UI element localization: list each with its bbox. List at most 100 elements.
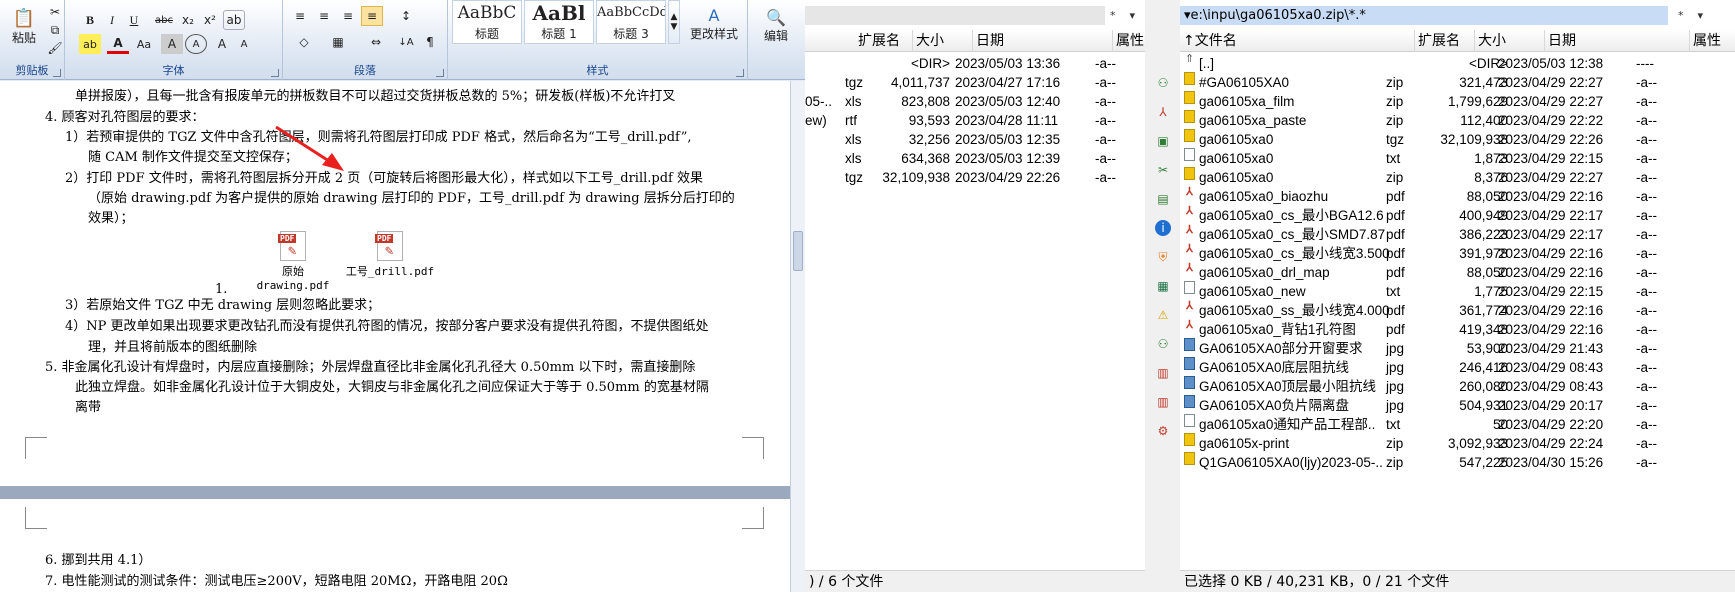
shield-icon[interactable]: ⛨ bbox=[1155, 249, 1171, 265]
styles-scroll[interactable]: ▲ ▼ bbox=[668, 0, 680, 44]
right-column-header[interactable]: ↑文件名 扩展名 大小 日期 属性 bbox=[1180, 30, 1735, 52]
col-date[interactable]: 日期 bbox=[1545, 30, 1690, 52]
cut-icon[interactable]: ✂ bbox=[44, 2, 66, 22]
justify-button[interactable]: ≡ bbox=[361, 6, 383, 26]
file-row[interactable]: ga06105xa_film zip 1,799,629 2023/04/29 22:… bbox=[1180, 91, 1735, 112]
borders-button[interactable]: ▦ bbox=[323, 32, 353, 52]
shrink-font-button[interactable]: A bbox=[233, 34, 255, 54]
col-ext[interactable]: 扩展名 bbox=[1415, 30, 1475, 52]
right-path-buttons[interactable]: *▾ bbox=[1678, 6, 1717, 25]
file-row[interactable]: ⅄ ga06105xa0_biaozhu pdf 88,050 2023/04/29 2… bbox=[1180, 186, 1735, 207]
file-row[interactable]: GA06105XA0顶层最小阻抗线 jpg 260,080 2023/04/29 08… bbox=[1180, 376, 1735, 397]
folder-icon[interactable]: ▥ bbox=[1155, 394, 1171, 410]
pdf-icon[interactable]: ⅄ bbox=[1155, 104, 1171, 120]
folder-icon[interactable]: ▥ bbox=[1155, 365, 1171, 381]
file-row[interactable]: ga06105xa0_new txt 1,775 2023/04/29 22:15 -a… bbox=[1180, 281, 1735, 302]
change-styles-button[interactable]: A 更改样式 bbox=[684, 4, 744, 44]
excel-icon[interactable]: ▦ bbox=[1155, 278, 1171, 294]
file-row[interactable]: ⅄ ga06105xa0_cs_最小BGA12.6 pdf 400,949 2023/0… bbox=[1180, 205, 1735, 226]
network-icon[interactable]: ⚇ bbox=[1155, 336, 1171, 352]
char-shading-button[interactable]: A bbox=[161, 34, 183, 54]
file-row[interactable]: ⅄ ga06105xa0_cs_最小线宽3.500 pdf 391,978 2023/0… bbox=[1180, 243, 1735, 264]
col-name[interactable]: ↑文件名 bbox=[1180, 30, 1415, 52]
enclose-char-button[interactable]: A bbox=[185, 34, 207, 54]
attachment-drill[interactable]: 工号_drill.pdf bbox=[345, 231, 435, 279]
file-row[interactable]: ga06105xa_paste zip 112,400 2023/04/29 22:2… bbox=[1180, 110, 1735, 131]
format-painter-icon[interactable]: 🖌 bbox=[44, 38, 66, 58]
clipboard-dialog-launcher[interactable] bbox=[53, 69, 61, 77]
highlight-button[interactable]: ab bbox=[79, 34, 101, 54]
align-left-button[interactable]: ≡ bbox=[289, 6, 311, 26]
col-ext[interactable]: 扩展名 bbox=[855, 30, 913, 52]
text-effects-button[interactable]: ab bbox=[223, 10, 245, 30]
file-row[interactable]: xls 32,256 2023/05/03 12:35 -a-- bbox=[805, 129, 1145, 150]
document-page[interactable]: 6. 挪到共用 4.1） 7. 电性能测试的测试条件：测试电压≥200V，短路电… bbox=[0, 499, 790, 592]
font-dialog-launcher[interactable] bbox=[271, 69, 279, 77]
document-page[interactable]: 单拼报废），且每一批含有报废单元的拼板数目不可以超过交货拼板总数的 5%；研发板… bbox=[0, 81, 790, 486]
subscript-button[interactable]: x₂ bbox=[177, 10, 199, 30]
left-path-buttons[interactable]: *▾ bbox=[1110, 6, 1149, 25]
strikethrough-button[interactable]: abc bbox=[153, 10, 175, 30]
file-row[interactable]: ⅄ ga06105xa0_drl_map pdf 88,050 2023/04/29 2… bbox=[1180, 262, 1735, 283]
show-marks-button[interactable]: ¶ bbox=[419, 32, 441, 52]
shading-button[interactable]: ◇ bbox=[289, 32, 319, 52]
col-size[interactable]: 大小 bbox=[1475, 30, 1545, 52]
superscript-button[interactable]: x² bbox=[199, 10, 221, 30]
file-row[interactable]: tgz 32,109,938 2023/04/29 22:26 -a-- bbox=[805, 167, 1145, 188]
style-heading-3[interactable]: AaBbCcDd 标题 3 bbox=[596, 0, 666, 44]
file-row[interactable]: xls 634,368 2023/05/03 12:39 -a-- bbox=[805, 148, 1145, 169]
file-row[interactable]: GA06105XA0负片隔离盘 jpg 504,931 2023/04/29 20:1… bbox=[1180, 395, 1735, 416]
file-row[interactable]: ⇑ [..] <DIR> 2023/05/03 12:38 ---- bbox=[1180, 53, 1735, 74]
styles-dialog-launcher[interactable] bbox=[736, 69, 744, 77]
col-attr[interactable]: 属性 bbox=[1690, 30, 1735, 52]
paragraph-dialog-launcher[interactable] bbox=[436, 69, 444, 77]
file-row[interactable]: ga06105xa0 zip 8,376 2023/04/29 22:27 -a-- bbox=[1180, 167, 1735, 188]
italic-button[interactable]: I bbox=[101, 10, 123, 30]
tool-icon[interactable]: ✂ bbox=[1155, 162, 1171, 178]
file-row[interactable]: ga06105xa0通知产品工程部.. txt 50 2023/04/29 22:20… bbox=[1180, 414, 1735, 435]
vertical-scrollbar[interactable] bbox=[790, 81, 805, 592]
file-row[interactable]: #GA06105XA0 zip 321,473 2023/04/29 22:27 -a-… bbox=[1180, 72, 1735, 93]
text-direction-button[interactable]: ⇔ bbox=[361, 32, 391, 52]
align-center-button[interactable]: ≡ bbox=[313, 6, 335, 26]
file-row[interactable]: tgz 4,011,737 2023/04/27 17:16 -a-- bbox=[805, 72, 1145, 93]
style-title[interactable]: AaBbC 标题 bbox=[452, 0, 522, 44]
info-icon[interactable]: i bbox=[1155, 220, 1171, 236]
file-row[interactable]: <DIR> 2023/05/03 13:36 -a-- bbox=[805, 53, 1145, 74]
image-icon[interactable]: ▣ bbox=[1155, 133, 1171, 149]
right-path-bar[interactable]: ▾e:\inpu\ga06105xa0.zip\*.* bbox=[1180, 6, 1668, 25]
file-row[interactable]: ⅄ ga06105xa0_cs_最小SMD7.87 pdf 386,223 2023/0… bbox=[1180, 224, 1735, 245]
file-row[interactable]: ga06105xa0 tgz 32,109,938 2023/04/29 22:26 -… bbox=[1180, 129, 1735, 150]
file-row[interactable]: ⅄ ga06105xa0_ss_最小线宽4.000 pdf 361,774 2023/0… bbox=[1180, 300, 1735, 321]
file-row[interactable]: 05-.. xls 823,808 2023/05/03 12:40 -a-- bbox=[805, 91, 1145, 112]
left-file-panel[interactable]: *▾ 扩展名 大小 日期 属性 <DIR> 2023/05/03 13:36 -a-… bbox=[805, 0, 1145, 592]
file-row[interactable]: ga06105x-print zip 3,092,933 2023/04/29 22:… bbox=[1180, 433, 1735, 454]
sort-button[interactable]: ↓A bbox=[395, 32, 417, 52]
col-attr[interactable]: 属性 bbox=[1113, 30, 1145, 52]
align-right-button[interactable]: ≡ bbox=[337, 6, 359, 26]
photo-icon[interactable]: ▤ bbox=[1155, 191, 1171, 207]
col-size[interactable]: 大小 bbox=[913, 30, 973, 52]
edit-button[interactable]: 🔍 编辑 bbox=[754, 4, 798, 48]
paste-button[interactable]: 📋 粘贴 bbox=[6, 4, 42, 50]
file-row[interactable]: ga06105xa0 txt 1,873 2023/04/29 22:15 -a-- bbox=[1180, 148, 1735, 169]
underline-button[interactable]: U bbox=[123, 10, 145, 30]
file-row[interactable]: Q1GA06105XA0(ljy)2023-05-.. zip 547,225 202… bbox=[1180, 452, 1735, 473]
change-case-button[interactable]: Aa bbox=[133, 34, 155, 54]
col-date[interactable]: 日期 bbox=[973, 30, 1113, 52]
file-row[interactable]: ew) rtf 93,593 2023/04/28 11:11 -a-- bbox=[805, 110, 1145, 131]
file-row[interactable]: ⅄ ga06105xa0_背钻1孔符图 pdf 419,348 2023/04/29 2… bbox=[1180, 319, 1735, 340]
grow-font-button[interactable]: A bbox=[211, 34, 233, 54]
scroll-thumb[interactable] bbox=[793, 231, 803, 271]
warning-icon[interactable]: ⚠ bbox=[1155, 307, 1171, 323]
file-row[interactable]: GA06105XA0底层阻抗线 jpg 246,416 2023/04/29 08:4… bbox=[1180, 357, 1735, 378]
attachment-original-drawing[interactable]: 原始drawing.pdf bbox=[248, 231, 338, 292]
left-column-header[interactable]: 扩展名 大小 日期 属性 bbox=[805, 30, 1145, 52]
file-row[interactable]: GA06105XA0部分开窗要求 jpg 53,900 2023/04/29 21:4… bbox=[1180, 338, 1735, 359]
left-path-bar[interactable] bbox=[805, 6, 1105, 25]
line-spacing-button[interactable]: ↕ bbox=[391, 6, 421, 26]
copy-icon[interactable]: ⧉ bbox=[44, 20, 66, 40]
gear-icon[interactable]: ⚙ bbox=[1155, 423, 1171, 439]
font-color-button[interactable]: A bbox=[107, 34, 129, 54]
network-icon[interactable]: ⚇ bbox=[1155, 75, 1171, 91]
